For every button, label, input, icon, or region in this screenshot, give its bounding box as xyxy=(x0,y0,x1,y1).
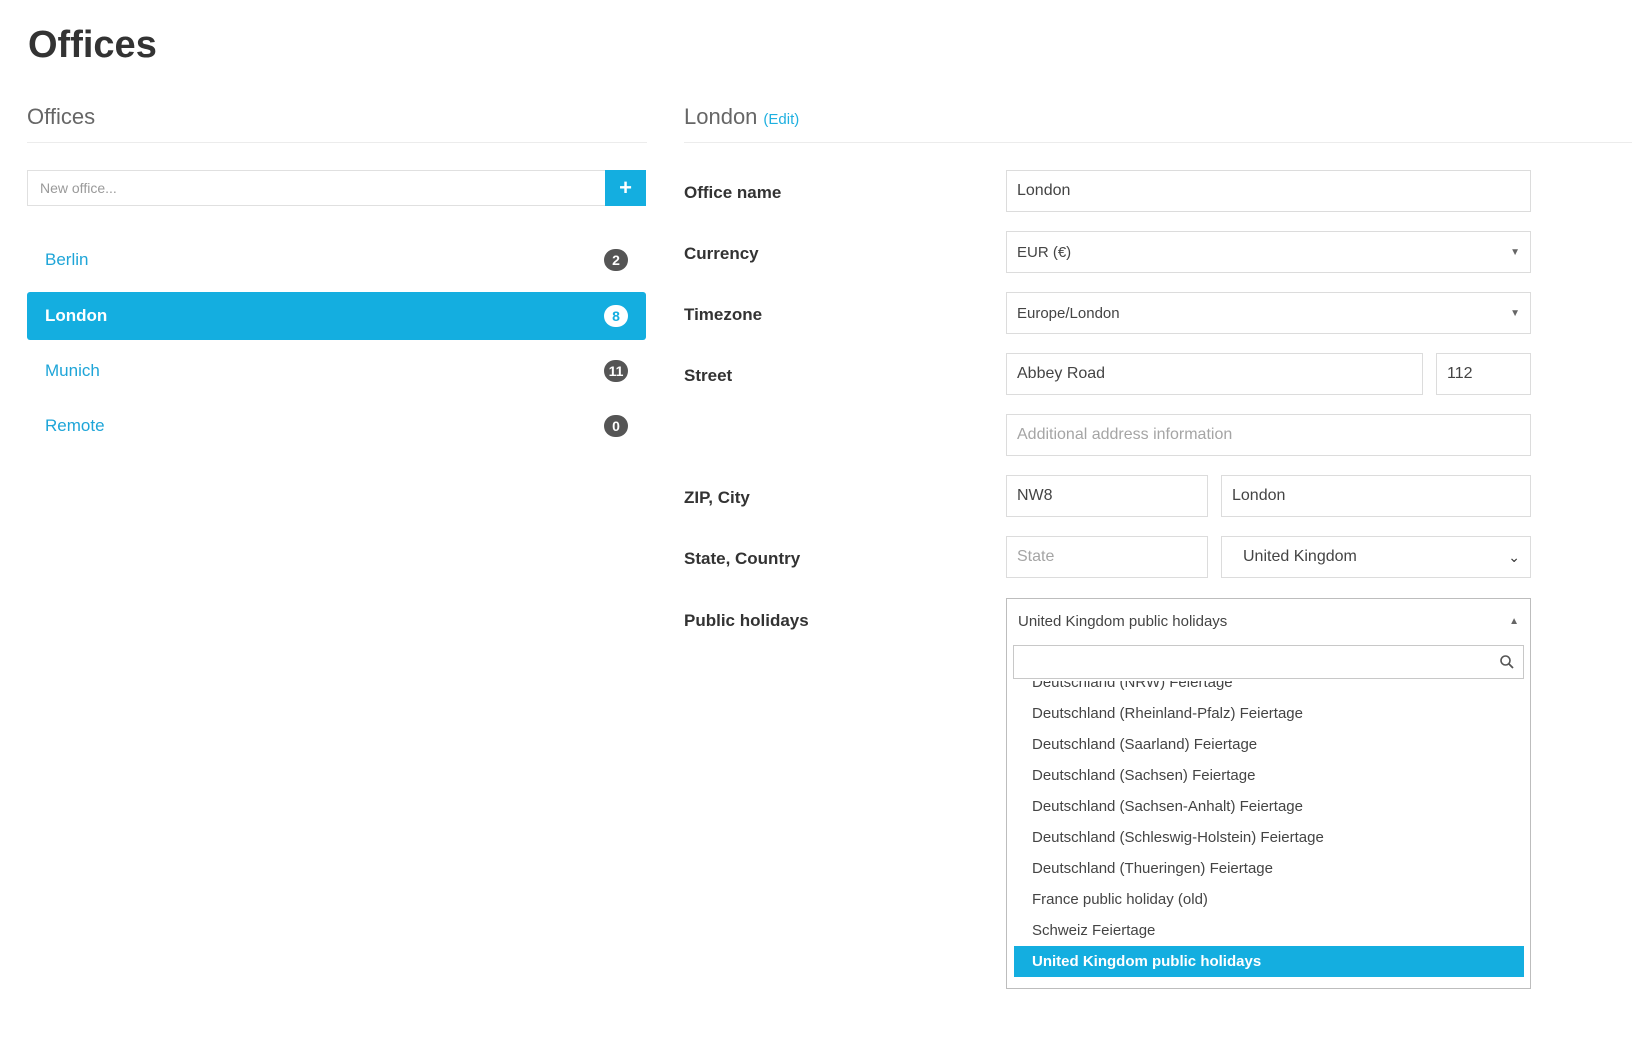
timezone-select[interactable]: Europe/London ▼ xyxy=(1006,292,1531,334)
offices-divider xyxy=(27,142,647,143)
caret-down-icon: ▼ xyxy=(1510,307,1520,319)
office-count-badge: 0 xyxy=(604,415,628,437)
caret-up-icon: ▲ xyxy=(1509,615,1519,627)
chevron-down-icon: ⌄ xyxy=(1508,548,1520,565)
city-field[interactable] xyxy=(1221,475,1531,517)
search-icon xyxy=(1500,655,1514,669)
holiday-option[interactable]: Deutschland (NRW) Feiertage xyxy=(1014,681,1524,698)
office-item-munich[interactable]: Munich 11 xyxy=(27,347,646,395)
holiday-option[interactable]: Deutschland (Thueringen) Feiertage xyxy=(1014,853,1524,884)
street-label: Street xyxy=(684,366,733,385)
holiday-option[interactable]: Schweiz Feiertage xyxy=(1014,915,1524,946)
office-item-london[interactable]: London 8 xyxy=(27,292,646,340)
public-holidays-current[interactable]: United Kingdom public holidays ▲ xyxy=(1007,599,1530,643)
offices-section-title: Offices xyxy=(27,104,96,129)
public-holidays-dropdown[interactable]: United Kingdom public holidays ▲ Deutsch… xyxy=(1006,598,1531,989)
office-name: Munich xyxy=(45,361,100,380)
new-office-input[interactable] xyxy=(27,170,605,206)
office-name: Berlin xyxy=(45,250,89,269)
holiday-option[interactable]: Deutschland (Sachsen) Feiertage xyxy=(1014,760,1524,791)
state-country-label: State, Country xyxy=(684,549,801,568)
timezone-label: Timezone xyxy=(684,305,763,324)
holiday-search-input[interactable] xyxy=(1022,652,1486,672)
state-field[interactable] xyxy=(1006,536,1208,578)
office-detail-title: London (Edit) xyxy=(684,104,799,130)
add-office-button[interactable]: + xyxy=(605,170,646,206)
holiday-option[interactable]: Deutschland (Sachsen-Anhalt) Feiertage xyxy=(1014,791,1524,822)
office-item-remote[interactable]: Remote 0 xyxy=(27,402,646,450)
office-name: Remote xyxy=(45,416,105,435)
street-number-field[interactable] xyxy=(1436,353,1531,395)
office-item-berlin[interactable]: Berlin 2 xyxy=(27,236,646,284)
office-name-label: Office name xyxy=(684,183,782,202)
timezone-value: Europe/London xyxy=(1017,304,1120,322)
office-count-badge: 11 xyxy=(604,360,628,382)
caret-down-icon: ▼ xyxy=(1510,246,1520,258)
holiday-search-box[interactable] xyxy=(1013,645,1524,679)
edit-link[interactable]: (Edit) xyxy=(763,111,799,128)
office-name-field[interactable] xyxy=(1006,170,1531,212)
country-value: United Kingdom xyxy=(1243,548,1357,565)
street-field[interactable] xyxy=(1006,353,1423,395)
public-holidays-label: Public holidays xyxy=(684,611,809,630)
currency-value: EUR (€) xyxy=(1017,243,1072,261)
currency-select[interactable]: EUR (€) ▼ xyxy=(1006,231,1531,273)
holiday-option[interactable]: Deutschland (Rheinland-Pfalz) Feiertage xyxy=(1014,698,1524,729)
office-detail-name: London xyxy=(684,104,758,129)
additional-address-field[interactable] xyxy=(1006,414,1531,456)
holiday-options-list[interactable]: Deutschland (NRW) Feiertage Deutschland (… xyxy=(1014,681,1524,984)
office-count-badge: 8 xyxy=(604,305,628,327)
zip-city-label: ZIP, City xyxy=(684,488,750,507)
page-title: Offices xyxy=(28,24,157,66)
public-holidays-value: United Kingdom public holidays xyxy=(1018,612,1228,630)
office-name: London xyxy=(45,306,108,325)
detail-divider xyxy=(684,142,1632,143)
holiday-option[interactable]: Deutschland (Saarland) Feiertage xyxy=(1014,729,1524,760)
holiday-option[interactable]: United Kingdom public holidays xyxy=(1014,946,1524,977)
zip-field[interactable] xyxy=(1006,475,1208,517)
holiday-option[interactable]: France public holiday (old) xyxy=(1014,884,1524,915)
currency-label: Currency xyxy=(684,244,759,263)
office-count-badge: 2 xyxy=(604,249,628,271)
country-select[interactable]: United Kingdom ⌄ xyxy=(1221,536,1531,578)
holiday-option[interactable]: Deutschland (Schleswig-Holstein) Feierta… xyxy=(1014,822,1524,853)
